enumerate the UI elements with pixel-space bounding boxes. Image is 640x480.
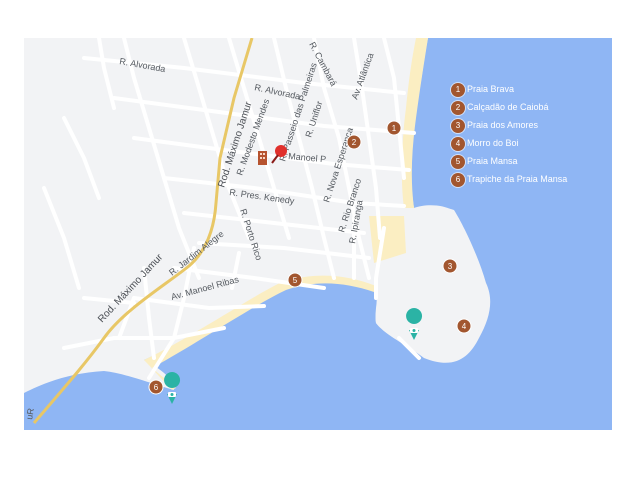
- legend-label-3: Praia dos Amores: [467, 120, 539, 130]
- marker-4-number: 4: [462, 322, 467, 331]
- legend-label-5: Praia Mansa: [467, 156, 518, 166]
- legend-badge-1: 1: [451, 83, 465, 97]
- legend-badge-5: 5: [451, 155, 465, 169]
- legend-label-4: Morro do Boi: [467, 138, 519, 148]
- legend-label-6: Trapiche da Praia Mansa: [467, 174, 568, 184]
- marker-6-number: 6: [154, 383, 159, 392]
- marker-2[interactable]: 2: [346, 134, 362, 150]
- marker-2-number: 2: [352, 138, 357, 147]
- map-frame[interactable]: R. Alvorada R. Alvorada R. Cambará Av. A…: [24, 38, 612, 430]
- marker-1-number: 1: [392, 124, 397, 133]
- legend-badge-6: 6: [451, 173, 465, 187]
- map-edge-text: uR: [24, 407, 36, 421]
- marker-5[interactable]: 5: [287, 272, 303, 288]
- legend-label-2: Calçadão de Caiobá: [467, 102, 549, 112]
- marker-6[interactable]: 6: [148, 379, 164, 395]
- marker-3-number: 3: [448, 262, 453, 271]
- marker-1[interactable]: 1: [386, 120, 402, 136]
- marker-5-number: 5: [293, 276, 298, 285]
- legend-badge-2: 2: [451, 101, 465, 115]
- map-canvas[interactable]: R. Alvorada R. Alvorada R. Cambará Av. A…: [24, 38, 612, 430]
- marker-4[interactable]: 4: [456, 318, 472, 334]
- legend-label-1: Praia Brava: [467, 84, 515, 94]
- hotel-icon[interactable]: [258, 151, 267, 165]
- marker-3[interactable]: 3: [442, 258, 458, 274]
- legend-badge-4: 4: [451, 137, 465, 151]
- legend-badge-3: 3: [451, 119, 465, 133]
